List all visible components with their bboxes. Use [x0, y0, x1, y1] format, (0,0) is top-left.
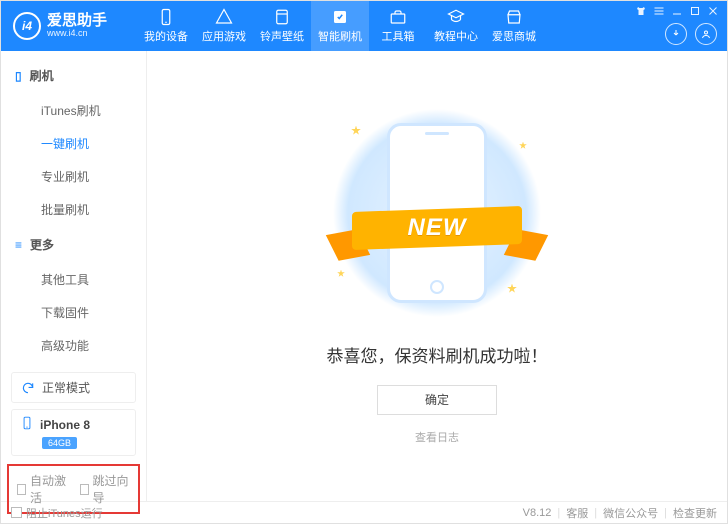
device-mode-label: 正常模式 — [42, 379, 90, 396]
checkbox-label: 阻止iTunes运行 — [26, 505, 103, 521]
support-link[interactable]: 客服 — [566, 505, 588, 521]
phone-icon: ▯ — [15, 69, 22, 83]
nav-label: 铃声壁纸 — [260, 28, 304, 44]
app-header: i4 爱思助手 www.i4.cn 我的设备 应用游戏 铃声壁纸 智能刷机 工具… — [1, 1, 727, 51]
app-url: www.i4.cn — [47, 29, 107, 39]
version-label: V8.12 — [523, 507, 552, 519]
nav-smart-flash[interactable]: 智能刷机 — [311, 1, 369, 51]
section-title: 更多 — [30, 236, 54, 253]
device-info-box[interactable]: iPhone 8 64GB — [11, 409, 136, 456]
sidebar-item-pro-flash[interactable]: 专业刷机 — [1, 160, 146, 193]
checkbox-label: 跳过向导 — [93, 472, 130, 506]
checkbox-label: 自动激活 — [30, 472, 67, 506]
menu-icon[interactable] — [653, 5, 665, 17]
top-nav: 我的设备 应用游戏 铃声壁纸 智能刷机 工具箱 教程中心 爱思商城 — [137, 1, 543, 51]
nav-ringtone-wallpaper[interactable]: 铃声壁纸 — [253, 1, 311, 51]
sidebar-item-other-tools[interactable]: 其他工具 — [1, 263, 146, 296]
maximize-icon[interactable] — [689, 5, 701, 17]
view-log-link[interactable]: 查看日志 — [415, 429, 459, 445]
minimize-icon[interactable] — [671, 5, 683, 17]
skip-guide-checkbox[interactable]: 跳过向导 — [80, 472, 131, 506]
ok-button[interactable]: 确定 — [377, 385, 497, 415]
refresh-icon — [20, 380, 36, 396]
device-name: iPhone 8 — [40, 418, 90, 432]
sidebar-section-more[interactable]: ≡ 更多 — [1, 230, 146, 259]
shirt-icon[interactable] — [635, 5, 647, 17]
nav-label: 教程中心 — [434, 28, 478, 44]
app-name: 爱思助手 — [47, 13, 107, 30]
device-mode-box[interactable]: 正常模式 — [11, 372, 136, 403]
nav-tutorials[interactable]: 教程中心 — [427, 1, 485, 51]
sidebar-item-download-firmware[interactable]: 下载固件 — [1, 296, 146, 329]
new-ribbon: NEW — [337, 200, 537, 256]
nav-apps-games[interactable]: 应用游戏 — [195, 1, 253, 51]
sidebar-item-oneclick-flash[interactable]: 一键刷机 — [1, 127, 146, 160]
nav-store[interactable]: 爱思商城 — [485, 1, 543, 51]
app-logo: i4 爱思助手 www.i4.cn — [13, 12, 137, 40]
user-button[interactable] — [695, 23, 717, 45]
sidebar-item-batch-flash[interactable]: 批量刷机 — [1, 193, 146, 226]
nav-label: 应用游戏 — [202, 28, 246, 44]
check-update-link[interactable]: 检查更新 — [673, 505, 717, 521]
nav-label: 工具箱 — [382, 28, 415, 44]
device-phone-icon — [20, 416, 34, 433]
nav-label: 智能刷机 — [318, 28, 362, 44]
nav-my-device[interactable]: 我的设备 — [137, 1, 195, 51]
block-itunes-checkbox[interactable]: 阻止iTunes运行 — [11, 505, 103, 521]
sidebar: ▯ 刷机 iTunes刷机 一键刷机 专业刷机 批量刷机 ≡ 更多 其他工具 下… — [1, 51, 147, 501]
sidebar-section-flash[interactable]: ▯ 刷机 — [1, 61, 146, 90]
section-title: 刷机 — [30, 67, 54, 84]
sidebar-item-advanced[interactable]: 高级功能 — [1, 329, 146, 362]
nav-toolbox[interactable]: 工具箱 — [369, 1, 427, 51]
sidebar-item-itunes-flash[interactable]: iTunes刷机 — [1, 94, 146, 127]
nav-label: 我的设备 — [144, 28, 188, 44]
logo-icon: i4 — [13, 12, 41, 40]
wechat-link[interactable]: 微信公众号 — [603, 505, 658, 521]
nav-label: 爱思商城 — [492, 28, 536, 44]
list-icon: ≡ — [15, 238, 22, 252]
auto-activate-checkbox[interactable]: 自动激活 — [17, 472, 68, 506]
download-button[interactable] — [665, 23, 687, 45]
ribbon-text: NEW — [408, 214, 467, 242]
success-illustration: NEW — [307, 108, 567, 318]
storage-badge: 64GB — [42, 437, 77, 449]
success-message: 恭喜您，保资料刷机成功啦！ — [327, 342, 548, 367]
main-content: NEW 恭喜您，保资料刷机成功啦！ 确定 查看日志 — [147, 51, 727, 501]
close-icon[interactable] — [707, 5, 719, 17]
